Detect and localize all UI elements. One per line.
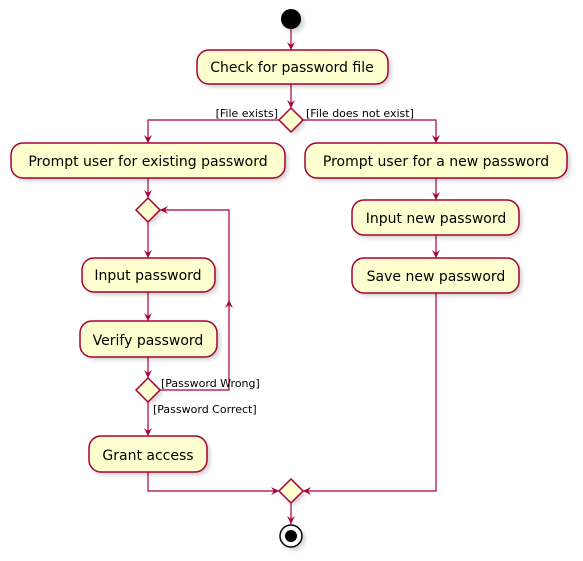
start-node: [281, 9, 301, 29]
action-prompt-existing: Prompt user for existing password: [10, 142, 288, 181]
action-label: Verify password: [93, 333, 204, 349]
activity-diagram: Check for password file Prompt user for …: [10, 9, 570, 550]
guard-password-correct: [Password Correct]: [153, 403, 257, 416]
action-label: Prompt user for existing password: [28, 154, 267, 170]
action-label: Input new password: [366, 211, 507, 227]
action-save-new: Save new password: [351, 257, 522, 296]
guard-file-not-exist: [File does not exist]: [306, 107, 414, 120]
guard-password-wrong: [Password Wrong]: [161, 377, 260, 390]
action-label: Grant access: [102, 448, 193, 464]
action-label: Input password: [94, 268, 201, 284]
action-input-password: Input password: [81, 257, 218, 295]
action-verify-password: Verify password: [79, 320, 220, 360]
action-check-file: Check for password file: [196, 49, 391, 87]
action-label: Prompt user for a new password: [323, 154, 549, 170]
action-label: Check for password file: [210, 60, 373, 76]
end-node: [279, 524, 303, 548]
action-label: Save new password: [367, 269, 506, 285]
action-prompt-new: Prompt user for a new password: [304, 142, 570, 181]
action-input-new: Input new password: [351, 199, 522, 238]
guard-file-exists: [File exists]: [216, 107, 278, 120]
action-grant-access: Grant access: [88, 435, 210, 475]
